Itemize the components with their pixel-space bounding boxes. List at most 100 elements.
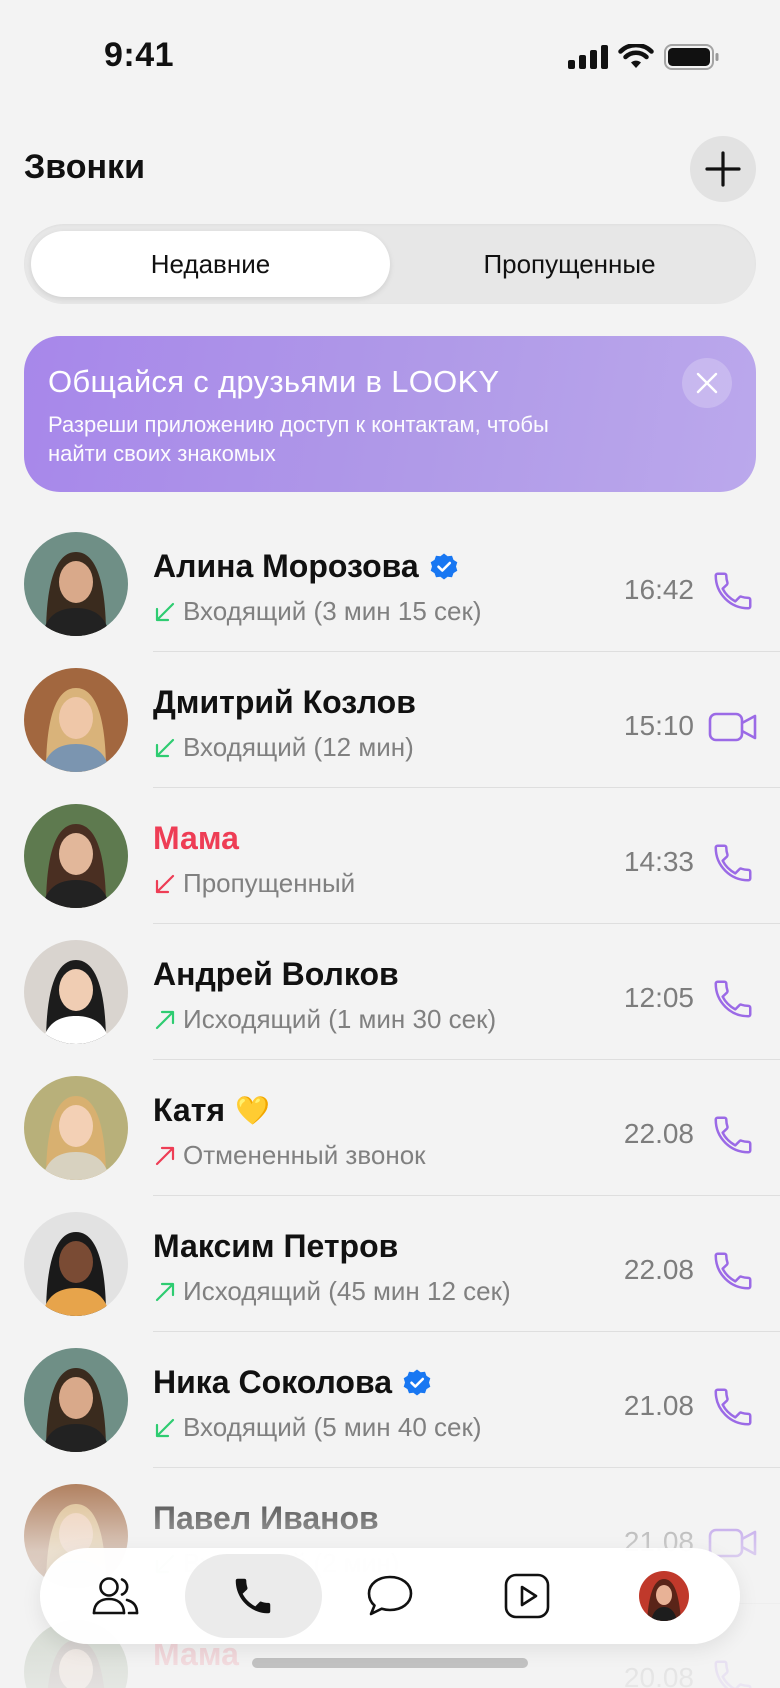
contact-avatar[interactable]	[24, 668, 128, 772]
status-bar: 9:41	[0, 0, 780, 116]
contacts-icon	[93, 1577, 139, 1615]
profile-avatar	[638, 1571, 689, 1621]
nav-chats[interactable]	[322, 1554, 459, 1638]
call-back-button[interactable]	[708, 1382, 758, 1432]
name-row: Максим Петров	[153, 1228, 398, 1265]
page-title: Звонки	[24, 148, 145, 186]
nav-calls[interactable]	[184, 1554, 322, 1638]
phone-icon	[714, 572, 752, 610]
name-row: Мама	[153, 820, 239, 857]
call-back-button[interactable]	[708, 566, 758, 616]
call-status: Пропущенный	[183, 868, 356, 898]
tab-missed[interactable]: Пропущенные	[390, 231, 749, 297]
contact-avatar[interactable]	[24, 1348, 128, 1452]
banner-close-button[interactable]	[682, 358, 732, 408]
call-time: 22.08	[623, 1118, 694, 1149]
verified-icon	[430, 553, 458, 579]
call-time: 14:33	[623, 846, 694, 877]
contact-avatar[interactable]	[24, 1076, 128, 1180]
video-call-button[interactable]	[708, 702, 758, 752]
verified-icon	[403, 1369, 431, 1395]
contact-name: Андрей Волков	[153, 956, 399, 992]
call-status: Исходящий (1 мин 30 сек)	[183, 1004, 497, 1034]
call-time: 16:42	[623, 574, 694, 605]
call-time: 21.08	[623, 1390, 694, 1421]
call-status: Исходящий (45 мин 12 сек)	[183, 1276, 511, 1306]
home-indicator	[252, 1658, 528, 1668]
contact-avatar[interactable]	[24, 940, 128, 1044]
call-filter-tabs: Недавние Пропущенные	[24, 224, 756, 304]
chat-icon	[367, 1575, 413, 1616]
cellular-signal-icon	[568, 45, 608, 69]
contact-name: Катя	[153, 1092, 226, 1128]
phone-icon	[714, 844, 752, 882]
call-status-row: Входящий (12 мин)	[153, 732, 414, 763]
incoming-arrow-icon	[155, 738, 175, 757]
name-row: Андрей Волков	[153, 956, 399, 993]
wifi-icon	[618, 44, 654, 68]
name-row: Дмитрий Козлов	[153, 684, 416, 721]
video-play-icon	[504, 1573, 550, 1619]
phone-icon	[714, 1252, 752, 1290]
nav-clips[interactable]	[458, 1554, 595, 1638]
plus-icon	[705, 151, 741, 187]
add-call-button[interactable]	[690, 136, 756, 202]
cancelled-arrow-icon	[155, 1146, 175, 1165]
call-status: Входящий (5 мин 40 сек)	[183, 1412, 482, 1442]
call-status-row: Пропущенный	[153, 868, 355, 899]
nav-profile[interactable]	[595, 1554, 732, 1638]
contact-avatar[interactable]	[24, 532, 128, 636]
outgoing-arrow-icon	[155, 1010, 175, 1029]
call-time: 12:05	[623, 982, 694, 1013]
header: Звонки	[24, 136, 756, 202]
call-row[interactable]: Андрей Волков Исходящий (1 мин 30 сек) 12:…	[0, 924, 780, 1060]
call-time: 22.08	[623, 1254, 694, 1285]
video-call-icon	[708, 712, 757, 742]
call-row[interactable]: Катя 💛 Отмененный звонок 22.08	[0, 1060, 780, 1196]
bottom-tab-bar	[40, 1548, 740, 1644]
call-back-button[interactable]	[708, 1110, 758, 1160]
battery-icon	[664, 44, 719, 70]
emoji-badge: 💛	[235, 1095, 270, 1126]
call-status: Отмененный звонок	[183, 1140, 426, 1170]
call-status: Входящий (3 мин 15 сек)	[183, 596, 482, 626]
call-row[interactable]: Максим Петров Исходящий (45 мин 12 сек) 22…	[0, 1196, 780, 1332]
name-row: Катя 💛	[153, 1092, 270, 1129]
phone-icon	[714, 1116, 752, 1154]
phone-icon	[714, 1388, 752, 1426]
call-status: Входящий (12 мин)	[183, 732, 414, 762]
contact-name: Дмитрий Козлов	[153, 684, 416, 720]
status-time: 9:41	[104, 36, 175, 74]
contact-avatar[interactable]	[24, 804, 128, 908]
call-status-row: Отмененный звонок	[153, 1140, 426, 1171]
phone-icon	[714, 980, 752, 1018]
contact-name: Максим Петров	[153, 1228, 399, 1264]
tab-recent[interactable]: Недавние	[31, 231, 390, 297]
contact-name: Мама	[153, 820, 239, 856]
call-status-row: Входящий (5 мин 40 сек)	[153, 1412, 482, 1443]
status-icons	[568, 44, 720, 70]
phone-icon	[235, 1578, 271, 1614]
missed-arrow-icon	[155, 874, 175, 893]
call-row[interactable]: Алина Морозова Входящий (3 мин 15 сек) 16:…	[0, 516, 780, 652]
incoming-arrow-icon	[155, 602, 175, 621]
contact-name: Алина Морозова	[153, 548, 419, 584]
call-row[interactable]: Ника Соколова Входящий (5 мин 40 сек) 21.0…	[0, 1332, 780, 1468]
contacts-access-banner[interactable]: Общайся с друзьями в LOOKY Разреши прило…	[24, 336, 756, 492]
name-row: Алина Морозова	[153, 548, 459, 585]
call-status-row: Входящий (3 мин 15 сек)	[153, 596, 482, 627]
nav-contacts[interactable]	[48, 1554, 185, 1638]
banner-title: Общайся с друзьями в LOOKY	[48, 364, 500, 399]
call-back-button[interactable]	[708, 974, 758, 1024]
outgoing-arrow-icon	[155, 1282, 175, 1301]
name-row: Ника Соколова	[153, 1364, 432, 1401]
call-row[interactable]: Дмитрий Козлов Входящий (12 мин) 15:10	[0, 652, 780, 788]
incoming-arrow-icon	[155, 1418, 175, 1437]
call-status-row: Исходящий (1 мин 30 сек)	[153, 1004, 496, 1035]
close-icon	[696, 372, 718, 394]
banner-text: Разреши приложению доступ к контактам, ч…	[48, 412, 549, 466]
call-back-button[interactable]	[708, 1246, 758, 1296]
call-row[interactable]: Мама Пропущенный 14:33	[0, 788, 780, 924]
call-back-button[interactable]	[708, 838, 758, 888]
contact-avatar[interactable]	[24, 1212, 128, 1316]
